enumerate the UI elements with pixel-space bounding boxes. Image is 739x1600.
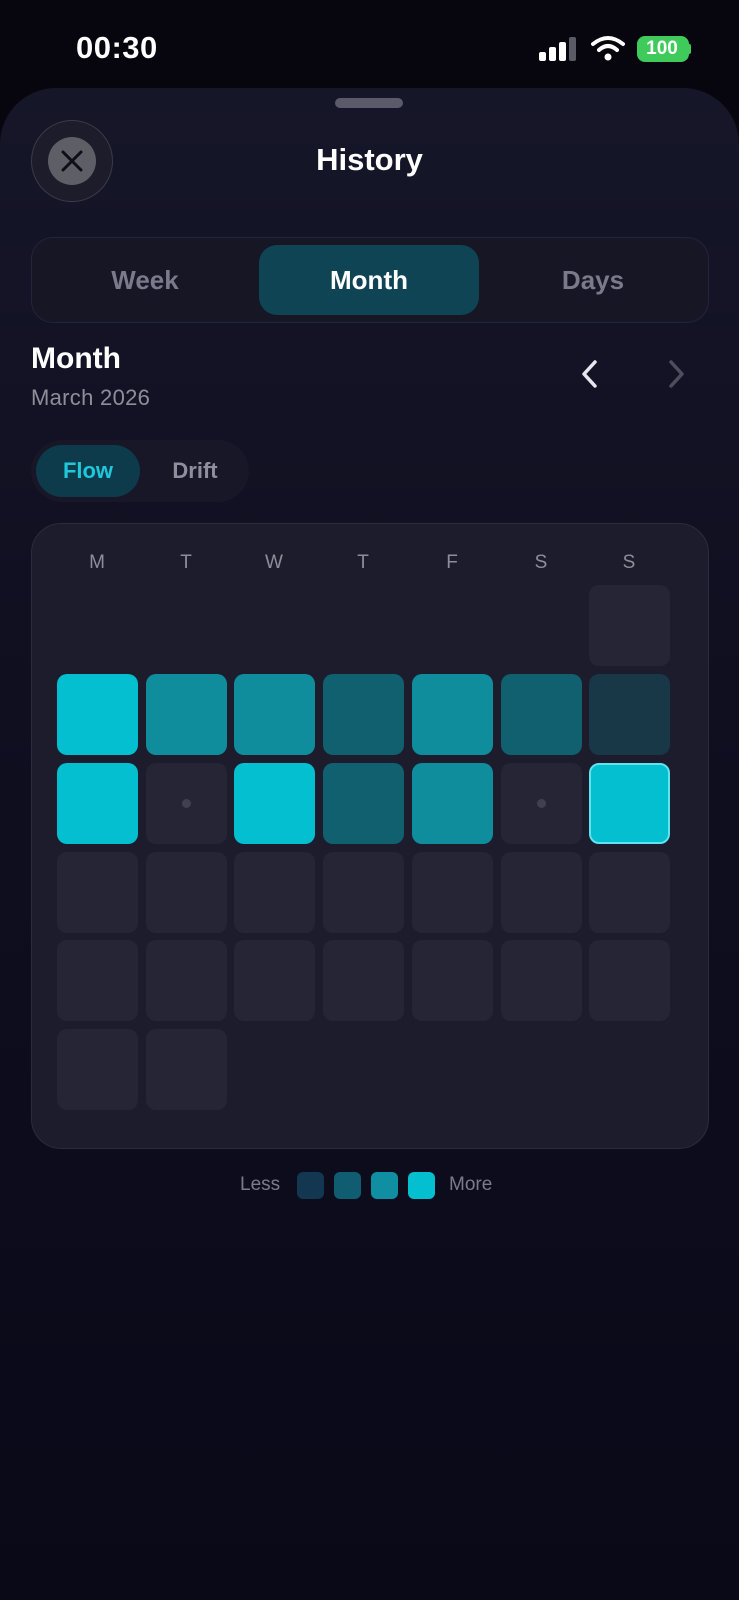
day-cell[interactable] — [57, 763, 138, 844]
day-cell[interactable] — [57, 940, 138, 1021]
calendar-heatmap: MTWTFSS — [31, 523, 709, 1149]
day-cell[interactable] — [589, 940, 670, 1021]
day-cell[interactable] — [234, 852, 315, 933]
status-bar: 00:30 100 — [0, 0, 739, 90]
status-time: 00:30 — [76, 30, 158, 65]
legend-swatch — [371, 1172, 398, 1199]
period-subtitle: March 2026 — [31, 385, 151, 410]
day-cell[interactable] — [234, 763, 315, 844]
battery-cap — [688, 44, 691, 54]
day-cell[interactable] — [501, 763, 582, 844]
metric-flow-option[interactable]: Flow — [36, 445, 140, 497]
weekday-label: T — [180, 552, 192, 573]
weekday-label: S — [534, 552, 548, 573]
tab-days[interactable]: Days — [485, 245, 701, 315]
weekday-label: F — [446, 552, 458, 573]
weekday-label: S — [622, 552, 636, 573]
day-cell[interactable] — [501, 940, 582, 1021]
day-cell[interactable] — [146, 763, 227, 844]
day-cell[interactable] — [323, 940, 404, 1021]
legend-swatch — [297, 1172, 324, 1199]
chevron-right-icon — [669, 360, 684, 388]
day-cell[interactable] — [589, 852, 670, 933]
tab-week[interactable]: Week — [37, 245, 253, 315]
day-cell[interactable] — [412, 852, 493, 933]
wifi-icon — [591, 36, 625, 61]
chevron-left-icon — [582, 360, 597, 388]
day-cell[interactable] — [146, 674, 227, 755]
day-cell[interactable] — [57, 674, 138, 755]
next-month-button[interactable] — [660, 354, 692, 394]
sheet-grabber[interactable] — [335, 98, 403, 108]
legend-swatch — [408, 1172, 435, 1199]
day-cell[interactable] — [146, 940, 227, 1021]
day-cell[interactable] — [323, 674, 404, 755]
sheet-title: History — [316, 142, 423, 177]
cellular-signal-icon — [539, 37, 577, 61]
day-cell[interactable] — [323, 852, 404, 933]
metric-toggle: Flow Drift — [31, 440, 249, 502]
legend-less-label: Less — [240, 1174, 281, 1195]
weekday-label: M — [89, 552, 105, 573]
day-cell[interactable] — [57, 852, 138, 933]
day-cell[interactable] — [501, 852, 582, 933]
day-cell[interactable] — [146, 852, 227, 933]
day-cell[interactable] — [323, 763, 404, 844]
metric-drift-option[interactable]: Drift — [147, 445, 243, 497]
period-heading: Month — [31, 342, 121, 375]
day-cell[interactable] — [412, 763, 493, 844]
day-cell[interactable] — [234, 674, 315, 755]
day-cell[interactable] — [412, 940, 493, 1021]
no-data-dot — [182, 799, 191, 808]
no-data-dot — [537, 799, 546, 808]
battery-level: 100 — [646, 38, 678, 59]
day-cell[interactable] — [57, 1029, 138, 1110]
day-cell[interactable] — [412, 674, 493, 755]
battery-icon: 100 — [637, 36, 689, 62]
legend-swatch — [334, 1172, 361, 1199]
day-cell[interactable] — [589, 585, 670, 666]
weekday-label: W — [265, 552, 283, 573]
day-cell[interactable] — [589, 674, 670, 755]
range-segmented-control: Week Month Days — [31, 237, 709, 323]
history-sheet: History Week Month Days Month March 2026… — [0, 88, 739, 1600]
screen: 00:30 100 History Week Month Days Month … — [0, 0, 739, 1600]
day-cell[interactable] — [146, 1029, 227, 1110]
weekday-label: T — [357, 552, 369, 573]
day-cell[interactable] — [234, 940, 315, 1021]
day-cell-today[interactable] — [589, 763, 670, 844]
previous-month-button[interactable] — [574, 354, 606, 394]
tab-month[interactable]: Month — [259, 245, 479, 315]
day-cell[interactable] — [501, 674, 582, 755]
legend-more-label: More — [449, 1174, 493, 1195]
heatmap-legend: Less More — [0, 1172, 739, 1200]
